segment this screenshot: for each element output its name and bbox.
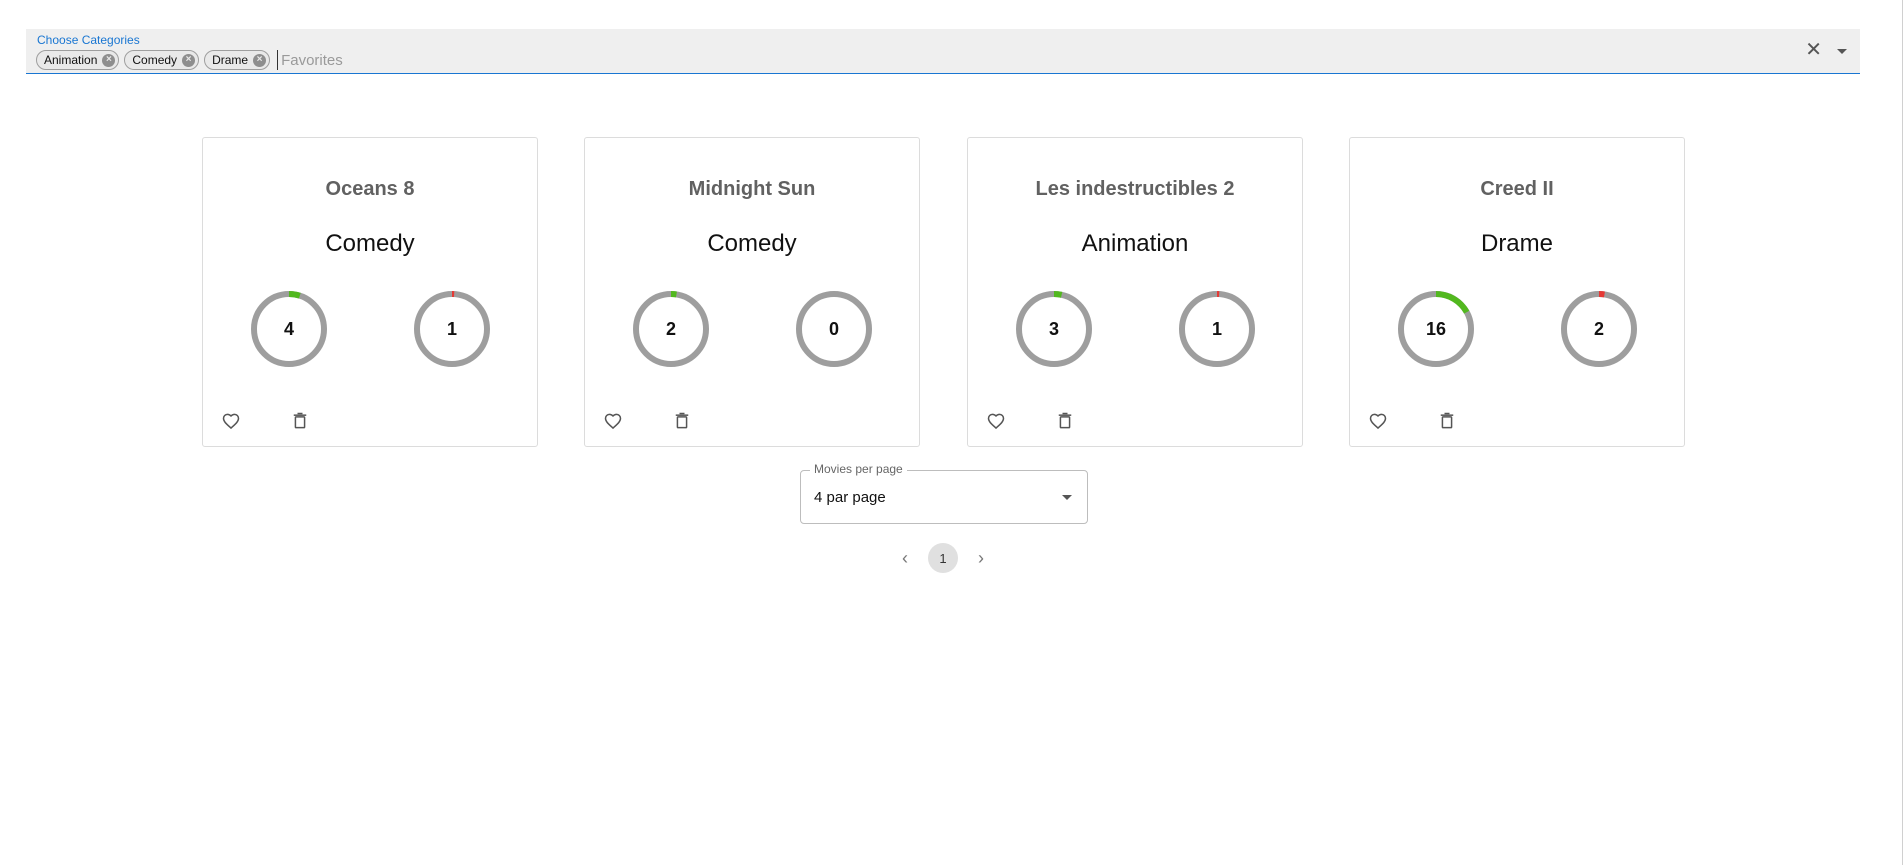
trash-icon[interactable] [1432, 406, 1462, 436]
movie-card: Midnight Sun Comedy 2 0 [584, 137, 920, 447]
remove-chip-icon[interactable]: × [102, 53, 116, 67]
heart-outline-icon[interactable] [216, 406, 246, 436]
trash-icon[interactable] [1050, 406, 1080, 436]
chip-comedy[interactable]: Comedy × [124, 50, 200, 70]
arrow-drop-down-icon[interactable] [1062, 495, 1072, 500]
movie-category: Drame [1480, 230, 1553, 257]
dislikes-gauge: 2 [1560, 290, 1638, 368]
arrow-drop-down-icon[interactable] [1837, 49, 1847, 54]
likes-count: 2 [665, 319, 676, 339]
chip-drame[interactable]: Drame × [204, 50, 271, 70]
heart-outline-icon[interactable] [598, 406, 628, 436]
per-page-label: Movies per page [810, 462, 907, 476]
movie-card: Oceans 8 Comedy 4 1 [202, 137, 538, 447]
favorites-input[interactable] [277, 50, 582, 70]
chip-label: Comedy [132, 53, 178, 67]
heart-outline-icon[interactable] [981, 406, 1011, 436]
remove-chip-icon[interactable]: × [182, 53, 196, 67]
likes-count: 16 [1425, 319, 1447, 339]
trash-icon[interactable] [667, 406, 697, 436]
filter-label: Choose Categories [37, 33, 140, 47]
dislikes-gauge: 1 [1178, 290, 1256, 368]
chevron-left-icon[interactable]: ‹ [890, 543, 920, 573]
chip-animation[interactable]: Animation × [36, 50, 120, 70]
likes-gauge: 2 [632, 290, 710, 368]
movie-title: Midnight Sun [688, 178, 816, 200]
close-icon[interactable]: ✕ [1805, 40, 1822, 60]
chip-list: Animation × Comedy × Drame × [36, 50, 582, 70]
movie-title: Oceans 8 [325, 178, 415, 200]
dislikes-count: 2 [1593, 319, 1604, 339]
likes-gauge: 3 [1015, 290, 1093, 368]
movie-category: Animation [1081, 230, 1189, 257]
dislikes-gauge: 0 [795, 290, 873, 368]
per-page-value: 4 par page [814, 489, 886, 506]
likes-count: 3 [1048, 319, 1059, 339]
page-button[interactable]: 1 [928, 543, 958, 573]
movie-category: Comedy [325, 230, 415, 257]
movie-title: Les indestructibles 2 [1035, 178, 1235, 200]
dislikes-gauge: 1 [413, 290, 491, 368]
chip-label: Animation [44, 53, 98, 67]
likes-count: 4 [283, 319, 294, 339]
dislikes-count: 1 [446, 319, 457, 339]
pagination: ‹ 1 › [890, 543, 996, 573]
remove-chip-icon[interactable]: × [253, 53, 267, 67]
movie-card: Les indestructibles 2 Animation 3 1 [967, 137, 1303, 447]
dislikes-count: 1 [1211, 319, 1222, 339]
movies-per-page-select[interactable]: Movies per page 4 par page [800, 462, 1088, 524]
category-filter[interactable]: Choose Categories Animation × Comedy × D… [26, 29, 1860, 74]
chevron-right-icon[interactable]: › [966, 543, 996, 573]
trash-icon[interactable] [285, 406, 315, 436]
dislikes-count: 0 [828, 319, 839, 339]
movie-card: Creed II Drame 16 2 [1349, 137, 1685, 447]
likes-gauge: 16 [1397, 290, 1475, 368]
chip-label: Drame [212, 53, 249, 67]
likes-gauge: 4 [250, 290, 328, 368]
heart-outline-icon[interactable] [1363, 406, 1393, 436]
movie-title: Creed II [1480, 178, 1554, 200]
movie-category: Comedy [707, 230, 797, 257]
